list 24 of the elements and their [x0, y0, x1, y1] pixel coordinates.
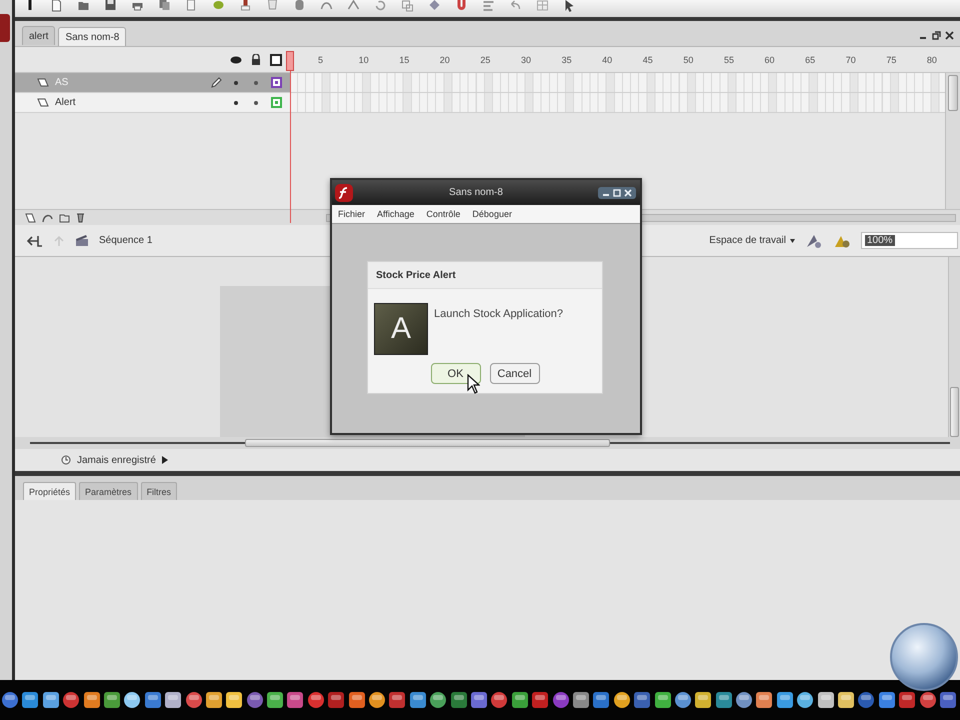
frame-number: 55 [724, 54, 735, 64]
layer-name: AS [55, 77, 70, 88]
frame-number: 15 [399, 54, 410, 64]
frame-number: 25 [480, 54, 492, 64]
frame-number: 10 [358, 54, 370, 64]
alert-title: Stock Price Alert [368, 262, 602, 289]
frame-number: 80 [926, 54, 938, 64]
frame-number: 5 [318, 54, 324, 64]
scene-name: Séquence 1 [99, 235, 152, 246]
window-title: Sans nom-8 [448, 187, 504, 198]
frame-number: 50 [683, 54, 694, 64]
alert-message: Launch Stock Application? [434, 308, 564, 322]
frame-number: 20 [440, 54, 451, 64]
alert-letter-tile: A [374, 303, 428, 355]
frame-number: 60 [764, 54, 776, 64]
save-status: Jamais enregistré [77, 454, 156, 466]
frame-number: 35 [562, 54, 573, 64]
frame-number: 30 [520, 54, 532, 64]
frame-number: 40 [602, 54, 614, 64]
frame-number: 75 [886, 54, 898, 64]
frame-number: 45 [642, 54, 654, 64]
layer-name: Alert [55, 97, 77, 108]
frame-number: 70 [846, 54, 857, 64]
frame-number: 65 [805, 54, 816, 64]
